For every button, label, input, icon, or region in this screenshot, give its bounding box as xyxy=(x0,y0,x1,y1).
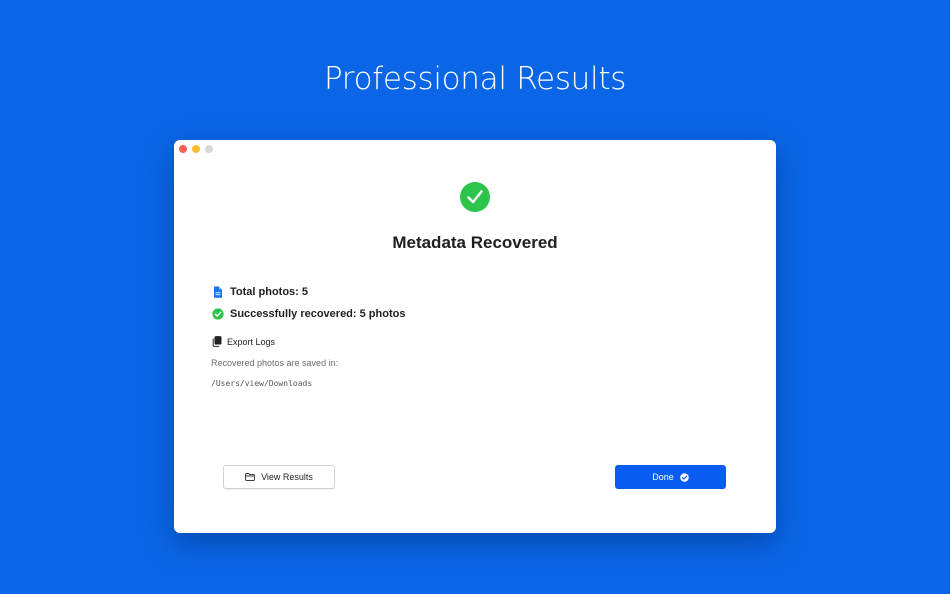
done-button[interactable]: Done xyxy=(615,465,726,489)
saved-location-label: Recovered photos are saved in: xyxy=(211,358,339,368)
hero-title: Professional Results xyxy=(323,61,627,97)
copy-document-icon xyxy=(212,336,222,347)
close-window-button[interactable] xyxy=(179,145,187,153)
recovered-text: Successfully recovered: 5 photos xyxy=(230,308,406,320)
check-circle-icon xyxy=(679,472,689,482)
checkmark-circle-icon xyxy=(460,182,490,212)
view-results-button[interactable]: View Results xyxy=(223,465,335,489)
done-label: Done xyxy=(652,472,674,482)
status-title: Metadata Recovered xyxy=(392,233,558,252)
export-logs-button[interactable]: Export Logs xyxy=(212,336,275,347)
export-logs-label: Export Logs xyxy=(227,336,276,347)
folder-icon xyxy=(245,473,255,481)
saved-path: /Users/view/Downloads xyxy=(211,379,313,388)
recovered-row: Successfully recovered: 5 photos xyxy=(212,308,405,320)
minimize-window-button[interactable] xyxy=(192,145,200,153)
zoom-window-button[interactable] xyxy=(205,145,213,153)
results-window: Metadata Recovered Total photos: 5 Succe… xyxy=(174,140,776,533)
window-controls xyxy=(179,145,213,153)
document-icon xyxy=(212,286,224,298)
total-photos-text: Total photos: 5 xyxy=(230,286,309,298)
total-photos-row: Total photos: 5 xyxy=(212,286,308,298)
view-results-label: View Results xyxy=(261,472,313,482)
check-circle-icon xyxy=(212,308,224,320)
